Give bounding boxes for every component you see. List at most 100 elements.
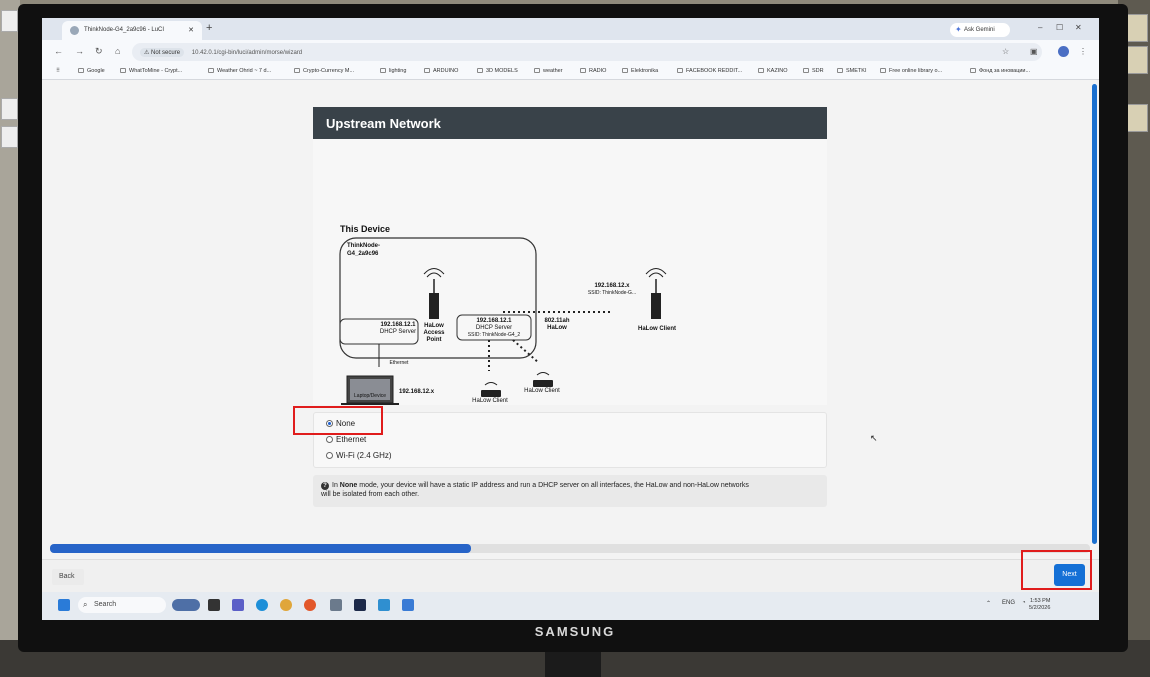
bookmark-label: Elektronika [631, 68, 659, 74]
taskbar-search[interactable]: ⌕ Search [78, 597, 166, 613]
folder-icon [803, 68, 809, 73]
folder-icon [622, 68, 628, 73]
app-icon[interactable] [378, 599, 390, 611]
minimize-icon[interactable]: – [1038, 23, 1042, 32]
annotation-box-next [1021, 550, 1092, 590]
bookmark-label: RADIO [589, 68, 607, 74]
option-ethernet[interactable]: Ethernet [326, 435, 366, 444]
bookmark-item[interactable]: Free online library o... [880, 68, 942, 74]
bookmark-folder[interactable]: 3D MODELS [477, 68, 518, 74]
remote-ip: 192.168.12.x [594, 283, 630, 289]
bookmarks-bar: ⠿ Google WhatToMine - Crypt... Weather O… [42, 64, 1099, 80]
bookmark-folder[interactable]: SDR [803, 68, 824, 74]
calculator-icon[interactable] [330, 599, 342, 611]
windows-start-icon[interactable] [58, 599, 70, 611]
info-line2: will be isolated from each other. [321, 491, 420, 498]
home-icon[interactable]: ⌂ [115, 46, 120, 56]
radio-ethernet[interactable] [326, 436, 333, 443]
site-icon [120, 68, 126, 73]
ask-gemini-button[interactable]: ✦ Ask Gemini [950, 23, 1010, 37]
bookmark-folder[interactable]: RADIO [580, 68, 606, 74]
option-wifi[interactable]: Wi-Fi (2.4 GHz) [326, 451, 392, 460]
wizard-progress-fill [50, 544, 472, 553]
info-prefix: In [332, 482, 338, 489]
folder-icon [534, 68, 540, 73]
forward-arrow-icon[interactable]: → [75, 46, 84, 56]
bookmark-item[interactable]: Weather Ohrid ~ 7 d... [208, 68, 271, 74]
link-label-line2: HaLow [547, 325, 567, 331]
bookmark-folder[interactable]: ARDUINO [424, 68, 458, 74]
section-title: Upstream Network [313, 107, 827, 139]
dhcp-right-ip: 192.168.12.1 [476, 318, 512, 324]
laptop-label: Laptop/Device [354, 393, 386, 399]
chrome-icon[interactable] [280, 599, 292, 611]
bookmark-item[interactable]: Crypto-Currency M... [294, 68, 354, 74]
app-icon[interactable] [354, 599, 366, 611]
not-secure-badge[interactable]: ⚠ Not secure [140, 48, 185, 57]
bookmark-label: Weather Ohrid ~ 7 d... [217, 68, 272, 74]
remote-ssid: SSID: ThinkNode-G... [587, 290, 637, 296]
site-icon [970, 68, 976, 73]
bookmark-folder[interactable]: FACEBOOK REDDIT... [677, 68, 742, 74]
back-button[interactable]: Back [52, 569, 84, 585]
tab-title: ThinkNode-G4_2a9c96 - LuCI [84, 27, 165, 33]
close-tab-icon[interactable]: ✕ [188, 26, 194, 34]
clock-time: 1:53 PM [1029, 598, 1051, 604]
this-device-label: This Device [340, 224, 391, 234]
bookmark-label: SDR [812, 68, 824, 74]
wizard-page: Upstream Network This Device ThinkNode- … [42, 80, 1099, 586]
ap-label-line1: HaLow [424, 323, 444, 329]
bookmark-folder[interactable]: weather [534, 68, 563, 74]
bookmark-item[interactable]: WhatToMine - Crypt... [120, 68, 182, 74]
menu-dots-icon[interactable]: ⋮ [1079, 47, 1087, 56]
globe-icon [70, 26, 79, 35]
maximize-icon[interactable]: ☐ [1056, 23, 1063, 32]
edge-icon[interactable] [256, 599, 268, 611]
radio-wifi[interactable] [326, 452, 333, 459]
widget-icon[interactable] [172, 599, 200, 611]
remote-halow-icon [645, 268, 667, 319]
left-wall [0, 0, 20, 677]
bookmark-folder[interactable]: SMETKI [837, 68, 866, 74]
page-scrollbar[interactable] [1092, 84, 1097, 544]
help-icon: ? [321, 482, 329, 490]
bookmark-label: Google [87, 68, 105, 74]
folder-icon [580, 68, 586, 73]
bookmark-label: WhatToMine - Crypt... [129, 68, 183, 74]
bookmark-item[interactable]: Google [78, 68, 105, 74]
bookmark-label: FACEBOOK REDDIT... [686, 68, 743, 74]
wall-note [1, 126, 18, 148]
monitor-brand: SAMSUNG [534, 624, 616, 639]
bookmark-folder[interactable]: KAZINO [758, 68, 787, 74]
language-indicator[interactable]: ENG [1002, 600, 1015, 606]
close-window-icon[interactable]: ✕ [1075, 23, 1082, 32]
halow-client-icon [533, 372, 553, 387]
tray-chevron-icon[interactable]: ⌃ [986, 600, 991, 607]
browser-tab[interactable]: ThinkNode-G4_2a9c96 - LuCI ✕ [62, 21, 202, 40]
teams-icon[interactable] [232, 599, 244, 611]
annotation-box-none [293, 406, 383, 435]
site-icon [78, 68, 84, 73]
new-tab-icon[interactable]: + [206, 22, 212, 34]
apps-grid-icon[interactable]: ⠿ [56, 68, 60, 74]
back-arrow-icon[interactable]: ← [54, 46, 63, 56]
bookmark-item[interactable]: Фонд за иновации... [970, 68, 1030, 74]
bookmark-star-icon[interactable]: ☆ [1002, 47, 1009, 56]
laptop-icon [341, 375, 399, 405]
reload-icon[interactable]: ↻ [95, 46, 103, 57]
extensions-icon[interactable]: ▣ [1030, 47, 1038, 56]
site-icon [880, 68, 886, 73]
address-bar[interactable]: ⚠ Not secure 10.42.0.1/cgi-bin/luci/admi… [132, 43, 1042, 61]
profile-avatar[interactable] [1058, 46, 1069, 57]
taskbar-clock[interactable]: 1:53 PM 5/2/2026 [1029, 598, 1050, 612]
bookmark-folder[interactable]: Elektronika [622, 68, 658, 74]
network-icon[interactable]: ◔ [1022, 600, 1026, 606]
upstream-options: None Ethernet Wi-Fi (2.4 GHz) [313, 412, 827, 468]
bookmark-folder[interactable]: lighting [380, 68, 406, 74]
app-icon[interactable] [402, 599, 414, 611]
folder-icon [837, 68, 843, 73]
dhcp-left-ip: 192.168.12.1 [380, 322, 416, 328]
wizard-footer: Back Next [42, 559, 1099, 592]
firefox-icon[interactable] [304, 599, 316, 611]
task-view-icon[interactable] [208, 599, 220, 611]
